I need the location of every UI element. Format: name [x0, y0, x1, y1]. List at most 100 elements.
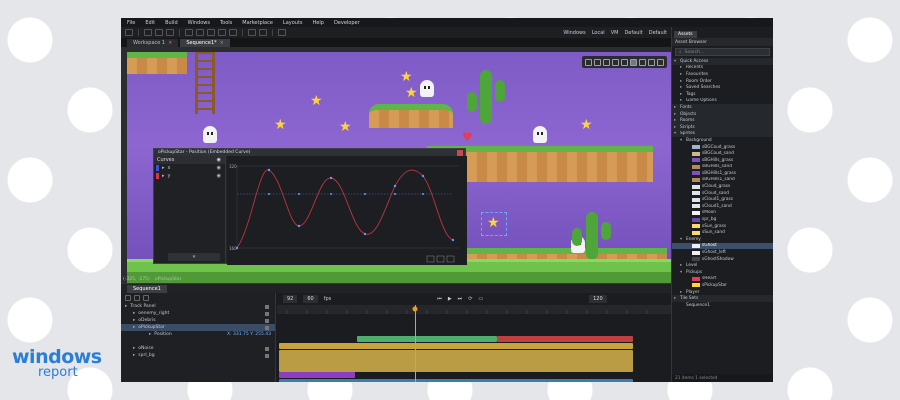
asset-item[interactable]: sBGHills1_grass	[672, 170, 773, 177]
asset-section[interactable]: ▸ Rooms	[672, 117, 773, 124]
chevron-right-icon[interactable]: ▸	[674, 296, 678, 301]
workspace-switcher[interactable]: Windows Local VM Default Default	[563, 27, 667, 38]
eye-icon[interactable]	[265, 346, 269, 351]
chevron-right-icon[interactable]: ▸	[149, 332, 151, 337]
zoom-reset-icon[interactable]	[612, 58, 619, 66]
selected-star-instance[interactable]: ★	[481, 212, 507, 236]
chevron-right-icon[interactable]: ▸	[674, 112, 678, 117]
asset-item[interactable]: sBGHills1_sand	[672, 177, 773, 184]
asset-section[interactable]: ▾ Sprites	[672, 130, 773, 138]
eye-icon[interactable]	[265, 311, 269, 316]
track-row[interactable]: ▸ oNoise	[121, 345, 275, 352]
asset-item[interactable]: ▸ Recents	[672, 65, 773, 72]
asset-item[interactable]: sBGHills_grass	[672, 157, 773, 164]
loop-icon[interactable]: ⟳	[468, 296, 472, 302]
menu-item-marketplace[interactable]: Marketplace	[242, 20, 273, 26]
asset-item[interactable]: sGhost_left	[672, 249, 773, 256]
asset-section[interactable]: ▸ Objects	[672, 110, 773, 118]
output-icon[interactable]	[278, 29, 286, 36]
track-row[interactable]: ▸ Track Panel	[121, 303, 275, 310]
curve-graph[interactable]: 320 160	[227, 156, 467, 265]
workspace-option[interactable]: Windows	[563, 30, 585, 36]
asset-item[interactable]: sBGHills_sand	[672, 164, 773, 171]
settings-gear-icon[interactable]	[259, 29, 267, 36]
menu-item-edit[interactable]: Edit	[145, 20, 155, 26]
menu-item-file[interactable]: File	[127, 20, 135, 26]
close-icon[interactable]: ×	[168, 40, 172, 46]
workspace-option[interactable]: Default	[624, 30, 642, 36]
eye-icon[interactable]	[265, 325, 269, 330]
add-track-icon[interactable]	[125, 295, 131, 301]
scale-icon[interactable]	[657, 58, 664, 66]
asset-search-input[interactable]: ⌕ Search...	[675, 48, 770, 56]
close-icon[interactable]	[457, 149, 463, 156]
asset-section[interactable]: ▸ Fonts	[672, 104, 773, 111]
asset-item[interactable]: sCloud1_sand	[672, 203, 773, 210]
asset-item[interactable]: sCloud_sand	[672, 190, 773, 197]
menu-item-developer[interactable]: Developer	[334, 20, 360, 26]
chevron-down-icon[interactable]: ▾	[674, 59, 678, 64]
chevron-right-icon[interactable]: ▸	[674, 105, 678, 110]
dopesheet[interactable]: 92 60 fps ⏮ ▶ ⏭ ⟳ ▭ 120	[277, 293, 671, 382]
asset-item[interactable]: ▸ Saved Searches	[672, 84, 773, 91]
fit-icon[interactable]	[621, 58, 628, 66]
menu-item-windows[interactable]: Windows	[188, 20, 210, 26]
asset-item[interactable]: sHeart	[672, 276, 773, 283]
menu-item-layouts[interactable]: Layouts	[283, 20, 303, 26]
asset-item[interactable]: Sequence1	[672, 302, 773, 309]
asset-item[interactable]: ▾ Enemy	[672, 236, 773, 243]
rotate-icon[interactable]	[648, 58, 655, 66]
track-row[interactable]: ▸ sprI_bg	[121, 352, 275, 359]
preview-icon[interactable]: ▭	[478, 296, 483, 302]
play-icon[interactable]: ▶	[448, 296, 452, 302]
end-frame-field[interactable]: 120	[589, 295, 607, 303]
asset-item[interactable]: sMoon	[672, 210, 773, 217]
track-row[interactable]: ▸ oPickupStar	[121, 324, 275, 331]
chevron-right-icon[interactable]: ▸	[680, 72, 684, 77]
asset-item[interactable]: sGhostShadow	[672, 256, 773, 263]
track-clip[interactable]	[357, 336, 497, 342]
asset-item[interactable]: ▸ Favourites	[672, 71, 773, 78]
folder-icon[interactable]	[134, 295, 140, 301]
menu-item-build[interactable]: Build	[165, 20, 178, 26]
delete-icon[interactable]	[143, 295, 149, 301]
tab-workspace[interactable]: Workspace 1 ×	[127, 39, 179, 47]
current-frame-field[interactable]: 92	[283, 295, 298, 303]
chevron-right-icon[interactable]: ▸	[133, 318, 135, 323]
asset-item[interactable]: ▾ Pickups	[672, 269, 773, 276]
asset-item[interactable]: sPickupStar	[672, 282, 773, 289]
track-clip[interactable]	[497, 336, 633, 342]
menu-item-help[interactable]: Help	[313, 20, 324, 26]
eye-icon[interactable]: ◉	[217, 173, 221, 179]
curve-channel-y[interactable]: ▸ y ◉	[154, 172, 225, 180]
close-icon[interactable]: ×	[220, 40, 224, 46]
asset-item[interactable]: ▸ Game Options	[672, 98, 773, 105]
zoom-in-icon[interactable]	[594, 58, 601, 66]
workspace-option[interactable]: Local	[592, 30, 605, 36]
chevron-right-icon[interactable]: ▸	[133, 346, 135, 351]
open-project-icon[interactable]	[155, 29, 163, 36]
track-clip[interactable]	[279, 379, 633, 382]
build-icon[interactable]	[185, 29, 193, 36]
asset-item[interactable]: ▸ Room Order	[672, 78, 773, 85]
run-icon[interactable]	[207, 29, 215, 36]
fast-forward-icon[interactable]: ⏭	[458, 296, 463, 302]
asset-item[interactable]: sCloud1_grass	[672, 196, 773, 203]
asset-item[interactable]: ▸ Level	[672, 262, 773, 269]
grid-icon[interactable]	[585, 58, 592, 66]
chevron-right-icon[interactable]: ▸	[162, 173, 165, 179]
chevron-right-icon[interactable]: ▸	[680, 263, 684, 268]
chevron-right-icon[interactable]: ▸	[162, 165, 165, 171]
chevron-right-icon[interactable]: ▸	[680, 65, 684, 70]
asset-item[interactable]: sBGCoud_grass	[672, 144, 773, 151]
chevron-right-icon[interactable]: ▸	[680, 85, 684, 90]
track-row[interactable]: ▸ oenemy_right	[121, 310, 275, 317]
chevron-down-icon[interactable]: ▾	[680, 270, 684, 275]
asset-item[interactable]: sSun_sand	[672, 229, 773, 236]
chevron-right-icon[interactable]: ▸	[674, 118, 678, 123]
asset-item[interactable]: sCloud_grass	[672, 183, 773, 190]
asset-item[interactable]: sGhost	[672, 242, 773, 250]
new-project-icon[interactable]	[144, 29, 152, 36]
eye-icon[interactable]	[265, 318, 269, 323]
chevron-right-icon[interactable]: ▸	[125, 304, 127, 309]
